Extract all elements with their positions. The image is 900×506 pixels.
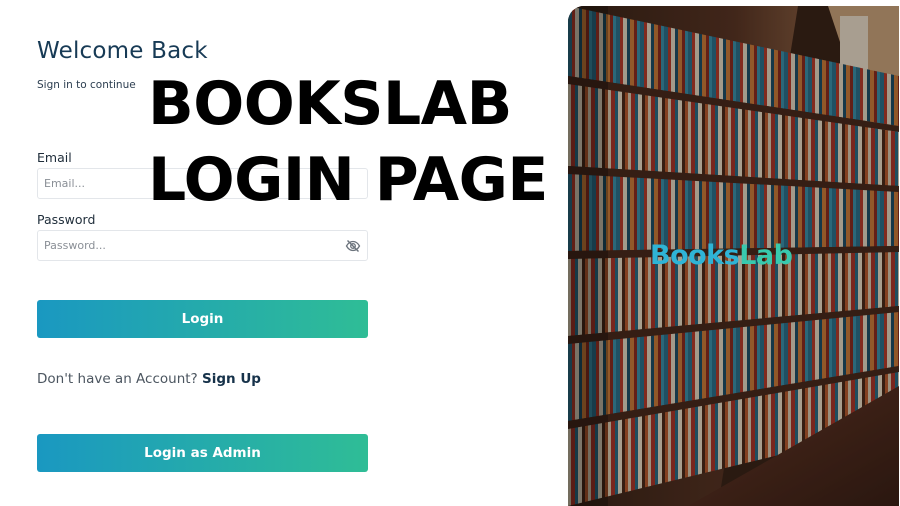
page-subtitle: Sign in to continue (37, 79, 136, 91)
page-title: Welcome Back (37, 38, 208, 64)
overlay-heading-line1: BOOKSLAB (148, 69, 512, 139)
overlay-heading-line2: LOGIN PAGE (148, 145, 548, 215)
login-as-admin-button[interactable]: Login as Admin (37, 434, 368, 472)
signup-prompt: Don't have an Account? Sign Up (37, 371, 261, 387)
signup-prompt-text: Don't have an Account? (37, 371, 198, 387)
signup-link[interactable]: Sign Up (202, 371, 261, 387)
email-label: Email (37, 150, 72, 165)
password-field-wrapper (37, 230, 368, 261)
brand-logo-lab: Lab (739, 240, 793, 271)
overlay-heading: BOOKSLAB LOGIN PAGE (148, 66, 548, 218)
login-button[interactable]: Login (37, 300, 368, 338)
eye-slash-icon[interactable] (345, 238, 361, 254)
password-label: Password (37, 212, 96, 227)
password-field[interactable] (38, 231, 367, 260)
brand-logo: BooksLab (650, 240, 793, 271)
brand-logo-books: Books (650, 240, 740, 271)
